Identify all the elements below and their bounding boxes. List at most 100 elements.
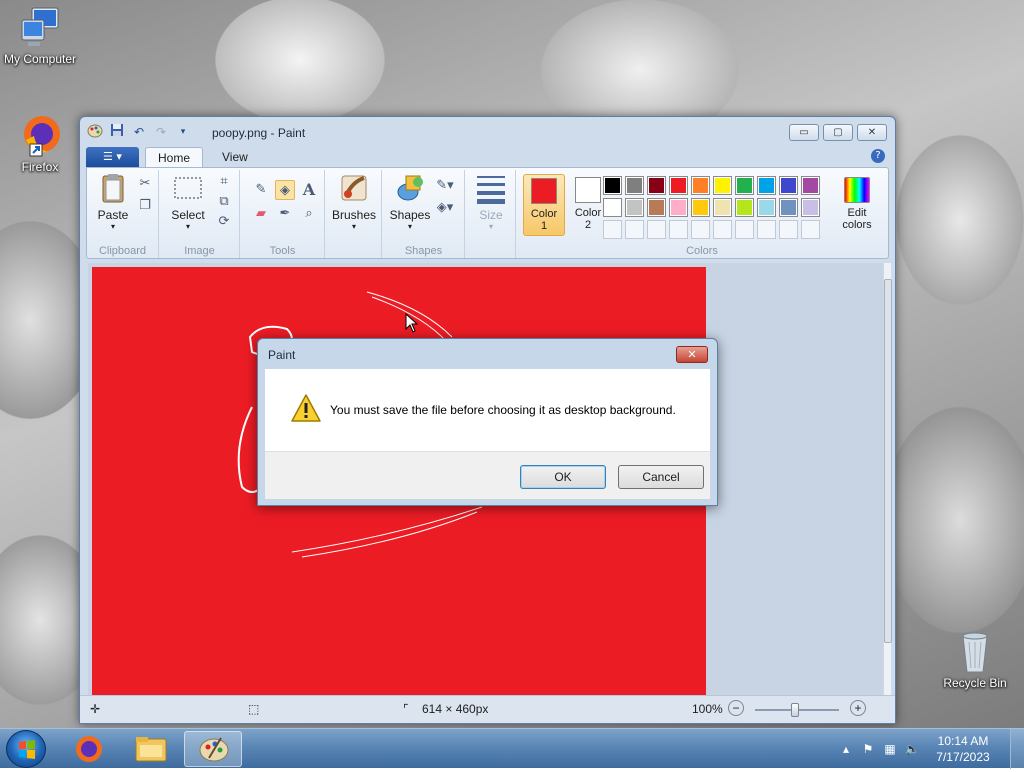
palette-swatch-empty[interactable]: [735, 220, 754, 239]
palette-swatch[interactable]: [603, 198, 622, 217]
taskbar: ▴ ⚑ ▦ 🔈 10:14 AM 7/17/2023: [0, 728, 1024, 769]
palette-swatch[interactable]: [669, 198, 688, 217]
zoom-slider-thumb[interactable]: [791, 703, 799, 717]
tab-home[interactable]: Home: [145, 147, 204, 168]
zoom-slider[interactable]: [755, 703, 839, 717]
palette-swatch[interactable]: [625, 198, 644, 217]
fill-icon[interactable]: ◈: [275, 180, 295, 200]
taskbar-firefox[interactable]: [60, 731, 118, 767]
color-picker-icon[interactable]: ✒: [275, 204, 295, 224]
undo-icon[interactable]: ↶: [130, 123, 148, 141]
brush-icon: [338, 172, 370, 204]
select-button[interactable]: Select ▾: [164, 172, 212, 231]
save-icon[interactable]: [108, 123, 126, 141]
outline-icon[interactable]: ✎▾: [435, 176, 455, 196]
palette-swatch-empty[interactable]: [625, 220, 644, 239]
copy-icon[interactable]: ❐: [135, 196, 155, 216]
resize-icon[interactable]: ⧉: [214, 192, 234, 212]
vertical-scrollbar[interactable]: [883, 263, 892, 695]
palette-swatch[interactable]: [757, 198, 776, 217]
paste-button[interactable]: Paste ▾: [91, 172, 135, 231]
palette-swatch[interactable]: [603, 176, 622, 195]
selection-size-icon: ⬚: [248, 702, 260, 716]
clock-date[interactable]: 7/17/2023: [928, 750, 998, 764]
palette-swatch-empty[interactable]: [691, 220, 710, 239]
palette-swatch-empty[interactable]: [669, 220, 688, 239]
palette-swatch[interactable]: [757, 176, 776, 195]
fill-shape-icon[interactable]: ◈▾: [435, 198, 455, 218]
size-button[interactable]: Size ▾: [470, 172, 512, 231]
taskbar-file-explorer[interactable]: [122, 731, 180, 767]
scrollbar-thumb[interactable]: [884, 279, 892, 643]
palette-swatch-empty[interactable]: [757, 220, 776, 239]
palette-swatch[interactable]: [647, 176, 666, 195]
palette-swatch[interactable]: [801, 176, 820, 195]
group-label-colors: Colors: [686, 245, 718, 257]
network-icon[interactable]: ▦: [882, 741, 898, 757]
palette-swatch[interactable]: [779, 198, 798, 217]
palette-swatch[interactable]: [713, 198, 732, 217]
shapes-button[interactable]: Shapes ▾: [387, 172, 433, 231]
cut-icon[interactable]: ✂: [135, 174, 155, 194]
customize-dropdown-icon[interactable]: ▾: [174, 123, 192, 141]
dialog-close-button[interactable]: ✕: [676, 346, 708, 363]
group-brushes: Brushes ▾: [326, 170, 382, 258]
palette-swatch[interactable]: [713, 176, 732, 195]
paint-menu-button[interactable]: ☰ ▾: [86, 147, 139, 167]
desktop-icon-firefox[interactable]: Firefox: [0, 114, 80, 174]
palette-swatch[interactable]: [647, 198, 666, 217]
close-button[interactable]: ✕: [857, 124, 887, 141]
palette-swatch[interactable]: [691, 176, 710, 195]
text-icon[interactable]: A: [299, 180, 319, 200]
show-hidden-icons-icon[interactable]: ▴: [838, 741, 854, 757]
clock-time[interactable]: 10:14 AM: [928, 734, 998, 748]
image-size-icon: ⌜: [403, 702, 409, 716]
edit-colors-button[interactable]: Edit colors: [833, 174, 881, 236]
window-title: poopy.png - Paint: [212, 126, 306, 140]
pencil-icon[interactable]: ✎: [251, 180, 271, 200]
maximize-icon: ▢: [833, 127, 843, 138]
tab-view[interactable]: View: [210, 147, 260, 168]
palette-swatch[interactable]: [669, 176, 688, 195]
action-center-icon[interactable]: ⚑: [860, 741, 876, 757]
palette-swatch[interactable]: [735, 176, 754, 195]
ok-button[interactable]: OK: [520, 465, 606, 489]
ribbon: Paste ▾ ✂ ❐ Clipboard Select ▾ ⌗ ⧉ ⟳ Ima…: [86, 167, 889, 259]
palette-swatch-empty[interactable]: [779, 220, 798, 239]
zoom-in-icon[interactable]: +: [850, 700, 866, 716]
ribbon-tabs: ☰ ▾ Home View ?: [86, 146, 889, 168]
paint-app-icon[interactable]: [86, 123, 104, 141]
zoom-out-icon[interactable]: −: [728, 700, 744, 716]
show-desktop-button[interactable]: [1010, 729, 1024, 769]
color1-button[interactable]: Color 1: [523, 174, 565, 236]
palette-swatch-empty[interactable]: [603, 220, 622, 239]
color1-label: Color: [530, 208, 558, 220]
palette-swatch[interactable]: [801, 198, 820, 217]
group-tools: ✎ ◈ A ▰ ✒ ⌕ Tools: [241, 170, 325, 258]
brushes-button[interactable]: Brushes ▾: [328, 172, 380, 231]
redo-icon[interactable]: ↷: [152, 123, 170, 141]
taskbar-paint[interactable]: [184, 731, 242, 767]
palette-swatch-empty[interactable]: [801, 220, 820, 239]
palette-swatch[interactable]: [625, 176, 644, 195]
title-bar[interactable]: ↶ ↷ ▾ poopy.png - Paint ▭ ▢ ✕: [80, 117, 895, 147]
eraser-icon[interactable]: ▰: [251, 204, 271, 224]
palette-swatch[interactable]: [735, 198, 754, 217]
palette-swatch-empty[interactable]: [713, 220, 732, 239]
start-button[interactable]: [6, 730, 46, 768]
group-shapes: Shapes ▾ ✎▾ ◈▾ Shapes: [383, 170, 465, 258]
desktop-icon-recycle-bin[interactable]: Recycle Bin: [935, 630, 1015, 690]
rotate-icon[interactable]: ⟳: [214, 212, 234, 232]
crop-icon[interactable]: ⌗: [214, 172, 234, 192]
cancel-button[interactable]: Cancel: [618, 465, 704, 489]
desktop-icon-my-computer[interactable]: My Computer: [0, 6, 80, 66]
palette-swatch-empty[interactable]: [647, 220, 666, 239]
cursor-position-icon: ✛: [90, 702, 101, 716]
palette-swatch[interactable]: [779, 176, 798, 195]
magnifier-icon[interactable]: ⌕: [299, 204, 319, 224]
minimize-button[interactable]: ▭: [789, 124, 819, 141]
help-icon[interactable]: ?: [871, 149, 885, 163]
maximize-button[interactable]: ▢: [823, 124, 853, 141]
palette-swatch[interactable]: [691, 198, 710, 217]
volume-icon[interactable]: 🔈: [904, 741, 920, 757]
